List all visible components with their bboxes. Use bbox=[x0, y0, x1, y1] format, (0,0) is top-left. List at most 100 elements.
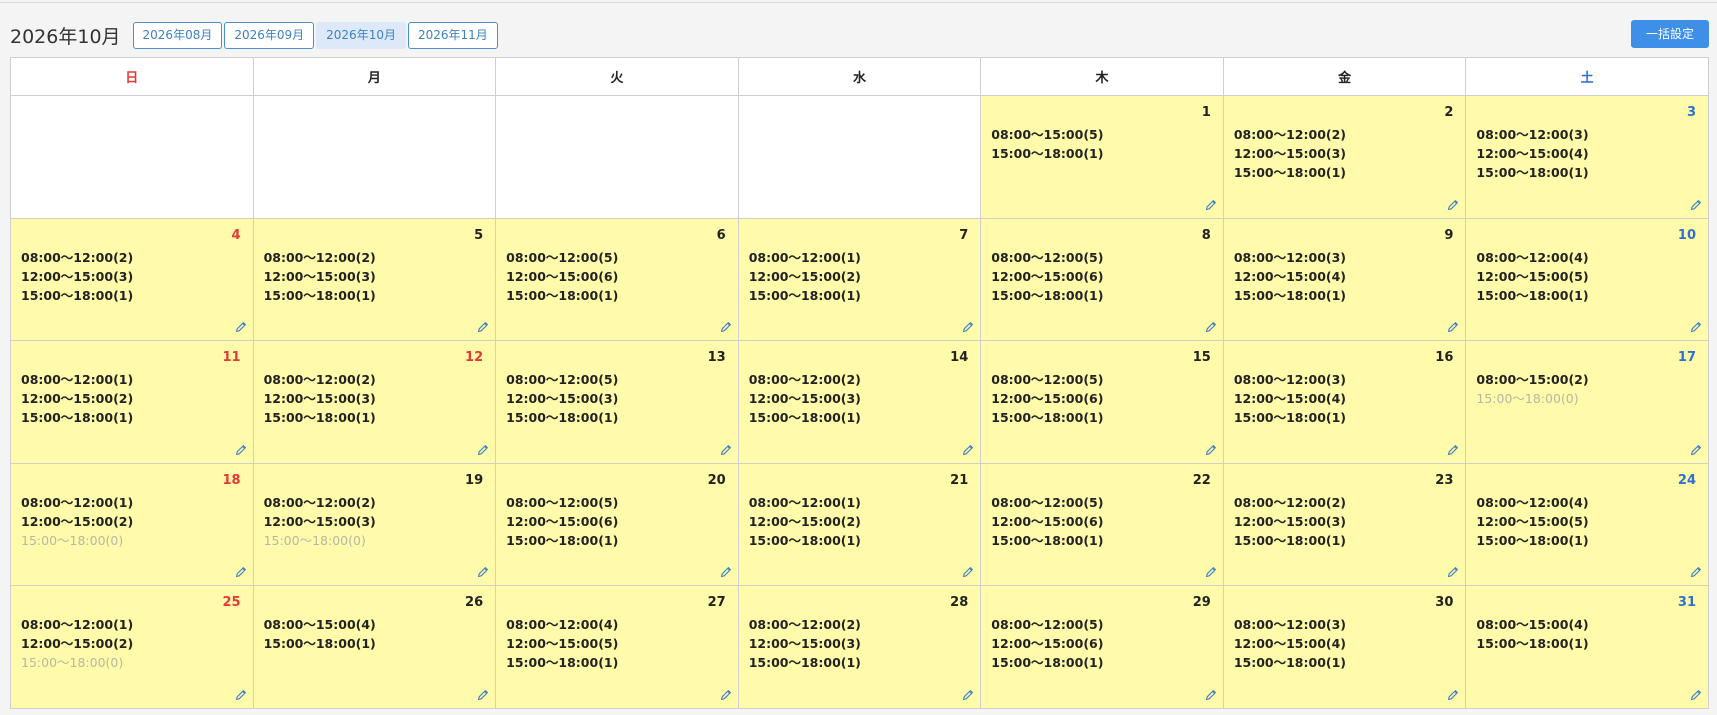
time-slot: 12:00〜15:00(6) bbox=[506, 268, 619, 284]
time-slot-list: 08:00〜12:00(2) 12:00〜15:00(3) 15:00〜18:00(… bbox=[1234, 493, 1346, 550]
bulk-setting-button[interactable]: 一括設定 bbox=[1630, 20, 1709, 48]
calendar-day-cell[interactable]: 8 08:00〜12:00(5) 12:00〜15:00(6) 15:00〜18:00… bbox=[980, 217, 1224, 342]
calendar-day-cell[interactable]: 29 08:00〜12:00(5) 12:00〜15:00(6) 15:00〜18:0… bbox=[980, 585, 1224, 709]
pencil-edit-icon[interactable] bbox=[477, 321, 489, 333]
calendar-day-cell[interactable]: 2 08:00〜12:00(2) 12:00〜15:00(3) 15:00〜18:00… bbox=[1222, 95, 1467, 219]
time-slot: 08:00〜12:00(2) bbox=[1233, 494, 1347, 510]
calendar-day-cell[interactable]: 28 08:00〜12:00(2) 12:00〜15:00(3) 15:00〜18:0… bbox=[737, 585, 982, 709]
calendar-day-cell[interactable]: 1 08:00〜15:00(5) 15:00〜18:00(1) bbox=[980, 95, 1224, 219]
pencil-edit-icon[interactable] bbox=[720, 321, 732, 333]
time-slot: 08:00〜12:00(3) bbox=[1476, 127, 1589, 142]
time-slot-list: 08:00〜12:00(1) 12:00〜15:00(2) 15:00〜18:00(… bbox=[749, 248, 861, 305]
time-slot-list: 08:00〜12:00(2) 12:00〜15:00(3) 15:00〜18:00(… bbox=[21, 248, 133, 305]
calendar-day-cell[interactable]: 12 08:00〜12:00(2) 12:00〜15:00(3) 15:00〜18:0… bbox=[252, 340, 497, 464]
calendar-day-cell[interactable]: 21 08:00〜12:00(1) 12:00〜15:00(2) 15:00〜18:0… bbox=[737, 462, 982, 587]
calendar-day-cell[interactable]: 24 08:00〜12:00(4) 12:00〜15:00(5) 15:00〜18:0… bbox=[1465, 462, 1709, 587]
calendar-day-cell[interactable]: 3 08:00〜12:00(3) 12:00〜15:00(4) 15:00〜18:00… bbox=[1465, 95, 1709, 219]
calendar-day-cell[interactable]: 7 08:00〜12:00(1) 12:00〜15:00(2) 15:00〜18:00… bbox=[737, 217, 982, 342]
time-slot: 08:00〜12:00(1) bbox=[21, 494, 134, 510]
month-button-2026-11[interactable]: 2026年11月 bbox=[407, 21, 498, 49]
pencil-edit-icon[interactable] bbox=[1205, 566, 1217, 578]
day-number: 23 bbox=[1435, 472, 1454, 488]
calendar-day-cell[interactable]: 17 08:00〜15:00(2) 15:00〜18:00(0) bbox=[1465, 340, 1709, 464]
pencil-edit-icon[interactable] bbox=[962, 689, 974, 701]
calendar-day-cell[interactable]: 16 08:00〜12:00(3) 12:00〜15:00(4) 15:00〜18:0… bbox=[1222, 340, 1467, 464]
pencil-edit-icon[interactable] bbox=[1447, 321, 1459, 333]
pencil-edit-icon[interactable] bbox=[1690, 689, 1702, 701]
time-slot: 15:00〜18:00(1) bbox=[263, 287, 376, 303]
time-slot: 08:00〜15:00(4) bbox=[1476, 617, 1589, 633]
pencil-edit-icon[interactable] bbox=[962, 566, 974, 578]
calendar-day-cell[interactable]: 4 08:00〜12:00(2) 12:00〜15:00(3) 15:00〜18:00… bbox=[10, 217, 254, 342]
time-slot: 08:00〜12:00(1) bbox=[21, 617, 134, 633]
pencil-edit-icon[interactable] bbox=[1447, 199, 1459, 211]
pencil-edit-icon[interactable] bbox=[235, 689, 247, 701]
calendar-day-cell[interactable]: 15 08:00〜12:00(5) 12:00〜15:00(6) 15:00〜18:0… bbox=[980, 340, 1224, 464]
pencil-edit-icon[interactable] bbox=[1205, 199, 1217, 211]
calendar-day-cell[interactable]: 31 08:00〜15:00(4) 15:00〜18:00(1) bbox=[1465, 585, 1709, 709]
calendar-day-cell[interactable]: 25 08:00〜12:00(1) 12:00〜15:00(2) 15:00〜18:0… bbox=[10, 585, 254, 709]
pencil-edit-icon[interactable] bbox=[235, 566, 247, 578]
time-slot: 15:00〜18:00(0) bbox=[1476, 391, 1579, 407]
weekday-wednesday: 水 bbox=[737, 57, 982, 96]
calendar-day-cell[interactable]: 22 08:00〜12:00(5) 12:00〜15:00(6) 15:00〜18:0… bbox=[980, 462, 1224, 587]
calendar-day-cell[interactable]: 27 08:00〜12:00(4) 12:00〜15:00(5) 15:00〜18:0… bbox=[495, 585, 739, 709]
calendar-day-cell[interactable]: 5 08:00〜12:00(2) 12:00〜15:00(3) 15:00〜18:00… bbox=[252, 217, 497, 342]
time-slot: 12:00〜15:00(3) bbox=[748, 636, 861, 652]
pencil-edit-icon[interactable] bbox=[1205, 444, 1217, 456]
calendar-day-cell[interactable]: 11 08:00〜12:00(1) 12:00〜15:00(2) 15:00〜18:0… bbox=[10, 340, 254, 464]
pencil-edit-icon[interactable] bbox=[1447, 689, 1459, 701]
time-slot: 08:00〜12:00(4) bbox=[506, 617, 619, 633]
pencil-edit-icon[interactable] bbox=[477, 444, 489, 456]
pencil-edit-icon[interactable] bbox=[962, 444, 974, 456]
pencil-edit-icon[interactable] bbox=[477, 689, 489, 701]
pencil-edit-icon[interactable] bbox=[1690, 444, 1702, 456]
calendar-day-cell[interactable]: 18 08:00〜12:00(1) 12:00〜15:00(2) 15:00〜18:0… bbox=[10, 462, 254, 587]
month-button-2026-10[interactable]: 2026年10月 bbox=[316, 21, 406, 49]
calendar-day-cell[interactable]: 14 08:00〜12:00(2) 12:00〜15:00(3) 15:00〜18:0… bbox=[737, 340, 982, 464]
calendar-header: 2026年10月 2026年08月 2026年09月 2026年10月 2026… bbox=[10, 20, 1709, 50]
pencil-edit-icon[interactable] bbox=[720, 444, 732, 456]
time-slot: 08:00〜12:00(2) bbox=[748, 617, 861, 633]
day-number: 8 bbox=[1201, 227, 1211, 243]
time-slot: 12:00〜15:00(4) bbox=[1476, 146, 1589, 161]
pencil-edit-icon[interactable] bbox=[477, 566, 489, 578]
weekday-tuesday: 火 bbox=[495, 57, 739, 96]
pencil-edit-icon[interactable] bbox=[1205, 321, 1217, 333]
weekday-friday: 金 bbox=[1222, 57, 1467, 96]
calendar-day-cell[interactable]: 19 08:00〜12:00(2) 12:00〜15:00(3) 15:00〜18:0… bbox=[252, 462, 497, 587]
pencil-edit-icon[interactable] bbox=[1205, 689, 1217, 701]
calendar-day-cell[interactable]: 20 08:00〜12:00(5) 12:00〜15:00(6) 15:00〜18:0… bbox=[495, 462, 739, 587]
time-slot: 15:00〜18:00(1) bbox=[506, 287, 619, 303]
pencil-edit-icon[interactable] bbox=[235, 444, 247, 456]
calendar-day-cell[interactable]: 30 08:00〜12:00(3) 12:00〜15:00(4) 15:00〜18:0… bbox=[1222, 585, 1467, 709]
calendar-day-cell[interactable]: 23 08:00〜12:00(2) 12:00〜15:00(3) 15:00〜18:0… bbox=[1222, 462, 1467, 587]
pencil-edit-icon[interactable] bbox=[1690, 566, 1702, 578]
pencil-edit-icon[interactable] bbox=[235, 321, 247, 333]
time-slot: 15:00〜18:00(1) bbox=[506, 655, 619, 671]
pencil-edit-icon[interactable] bbox=[720, 566, 732, 578]
pencil-edit-icon[interactable] bbox=[962, 321, 974, 333]
pencil-edit-icon[interactable] bbox=[1690, 321, 1702, 333]
time-slot: 08:00〜12:00(3) bbox=[1233, 372, 1347, 388]
pencil-edit-icon[interactable] bbox=[1447, 566, 1459, 578]
calendar-empty-cell bbox=[10, 95, 254, 219]
time-slot-list: 08:00〜12:00(2) 12:00〜15:00(3) 15:00〜18:00(… bbox=[264, 248, 376, 305]
time-slot: 15:00〜18:00(1) bbox=[1233, 410, 1347, 426]
pencil-edit-icon[interactable] bbox=[720, 689, 732, 701]
calendar-day-cell[interactable]: 26 08:00〜15:00(4) 15:00〜18:00(1) bbox=[252, 585, 497, 709]
top-divider bbox=[0, 2, 1717, 3]
time-slot: 08:00〜12:00(5) bbox=[991, 372, 1104, 388]
month-button-2026-08[interactable]: 2026年08月 bbox=[132, 21, 223, 49]
calendar-day-cell[interactable]: 6 08:00〜12:00(5) 12:00〜15:00(6) 15:00〜18:00… bbox=[495, 217, 739, 342]
day-number: 25 bbox=[222, 595, 241, 611]
calendar-day-cell[interactable]: 13 08:00〜12:00(5) 12:00〜15:00(3) 15:00〜18:0… bbox=[495, 340, 739, 464]
calendar-day-cell[interactable]: 10 08:00〜12:00(4) 12:00〜15:00(5) 15:00〜18:0… bbox=[1465, 217, 1709, 342]
time-slot: 15:00〜18:00(0) bbox=[21, 532, 124, 548]
pencil-edit-icon[interactable] bbox=[1447, 444, 1459, 456]
time-slot: 12:00〜15:00(3) bbox=[506, 391, 619, 407]
pencil-edit-icon[interactable] bbox=[1690, 199, 1702, 211]
day-number: 26 bbox=[465, 595, 484, 611]
calendar-day-cell[interactable]: 9 08:00〜12:00(3) 12:00〜15:00(4) 15:00〜18:00… bbox=[1222, 217, 1467, 342]
month-button-2026-09[interactable]: 2026年09月 bbox=[224, 21, 315, 49]
